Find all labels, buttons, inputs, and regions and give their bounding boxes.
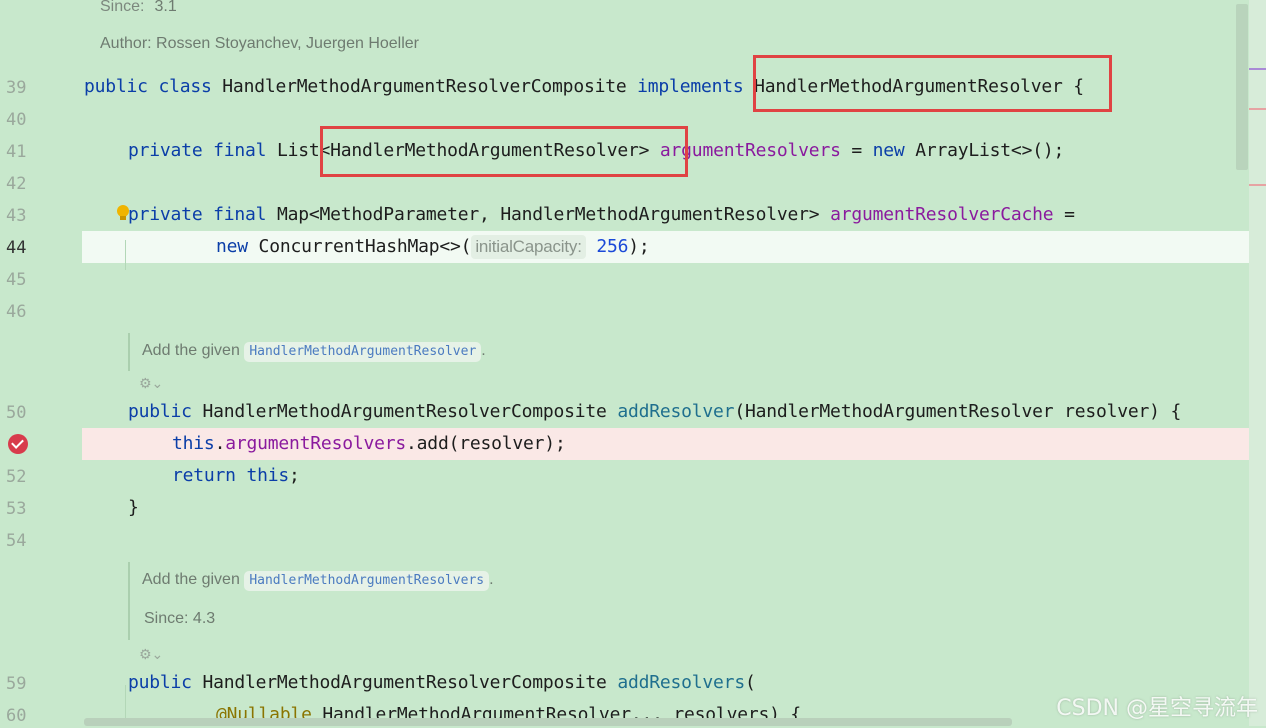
highlight-box-generic-type: [320, 126, 688, 177]
code-line-52[interactable]: return this;: [172, 464, 300, 488]
highlight-box-interface: [753, 55, 1112, 112]
code-line-43[interactable]: private final Map<MethodParameter, Handl…: [128, 203, 1075, 227]
scroll-marker: [1249, 108, 1266, 110]
scroll-marker: [1249, 68, 1266, 70]
javadoc-since: Since: 4.3: [144, 610, 216, 627]
javadoc-bar: [128, 333, 130, 371]
code-line-59[interactable]: public HandlerMethodArgumentResolverComp…: [128, 671, 756, 695]
line-number-gutter[interactable]: 39 40 41 42 43 44 45 46 50 52 53 54 59 6…: [0, 0, 82, 726]
indent-guide: [125, 240, 126, 270]
render-doc-toggle-icon[interactable]: ⚙⌄: [139, 376, 163, 392]
scroll-marker: [1249, 184, 1266, 186]
javadoc-bar: [128, 562, 130, 640]
line-number: 43: [6, 206, 27, 226]
code-line-44[interactable]: new ConcurrentHashMap<>(initialCapacity:…: [216, 235, 650, 259]
line-number: 54: [6, 531, 27, 551]
line-number: 41: [6, 142, 27, 162]
line-number: 52: [6, 467, 27, 487]
line-number: 59: [6, 674, 27, 694]
parameter-hint: initialCapacity:: [471, 235, 586, 259]
vertical-scrollbar-thumb[interactable]: [1236, 4, 1248, 170]
line-number: 50: [6, 403, 27, 423]
horizontal-scrollbar-thumb[interactable]: [84, 718, 1012, 726]
javadoc-add-resolver[interactable]: Add the given HandlerMethodArgumentResol…: [142, 342, 486, 362]
line-number: 39: [6, 78, 27, 98]
line-number: 45: [6, 270, 27, 290]
line-number: 60: [6, 706, 27, 726]
line-number: 40: [6, 110, 27, 130]
line-number: 42: [6, 174, 27, 194]
code-line-53[interactable]: }: [128, 496, 139, 520]
line-number: 53: [6, 499, 27, 519]
watermark: CSDN @星空寻流年: [1056, 696, 1258, 721]
javadoc-link[interactable]: HandlerMethodArgumentResolver: [244, 342, 482, 362]
code-line-51[interactable]: this.argumentResolvers.add(resolver);: [172, 432, 566, 456]
breakpoint-check-icon[interactable]: [8, 434, 28, 454]
javadoc-add-resolvers[interactable]: Add the given HandlerMethodArgumentResol…: [142, 571, 494, 591]
javadoc-author: Author: Rossen Stoyanchev, Juergen Hoell…: [100, 35, 420, 52]
javadoc-link[interactable]: HandlerMethodArgumentResolvers: [244, 571, 490, 591]
line-number: 46: [6, 302, 27, 322]
code-line-50[interactable]: public HandlerMethodArgumentResolverComp…: [128, 400, 1181, 424]
render-doc-toggle-icon[interactable]: ⚙⌄: [139, 647, 163, 663]
line-number-current: 44: [6, 238, 27, 258]
javadoc-since: Since: 3.1: [100, 0, 177, 15]
